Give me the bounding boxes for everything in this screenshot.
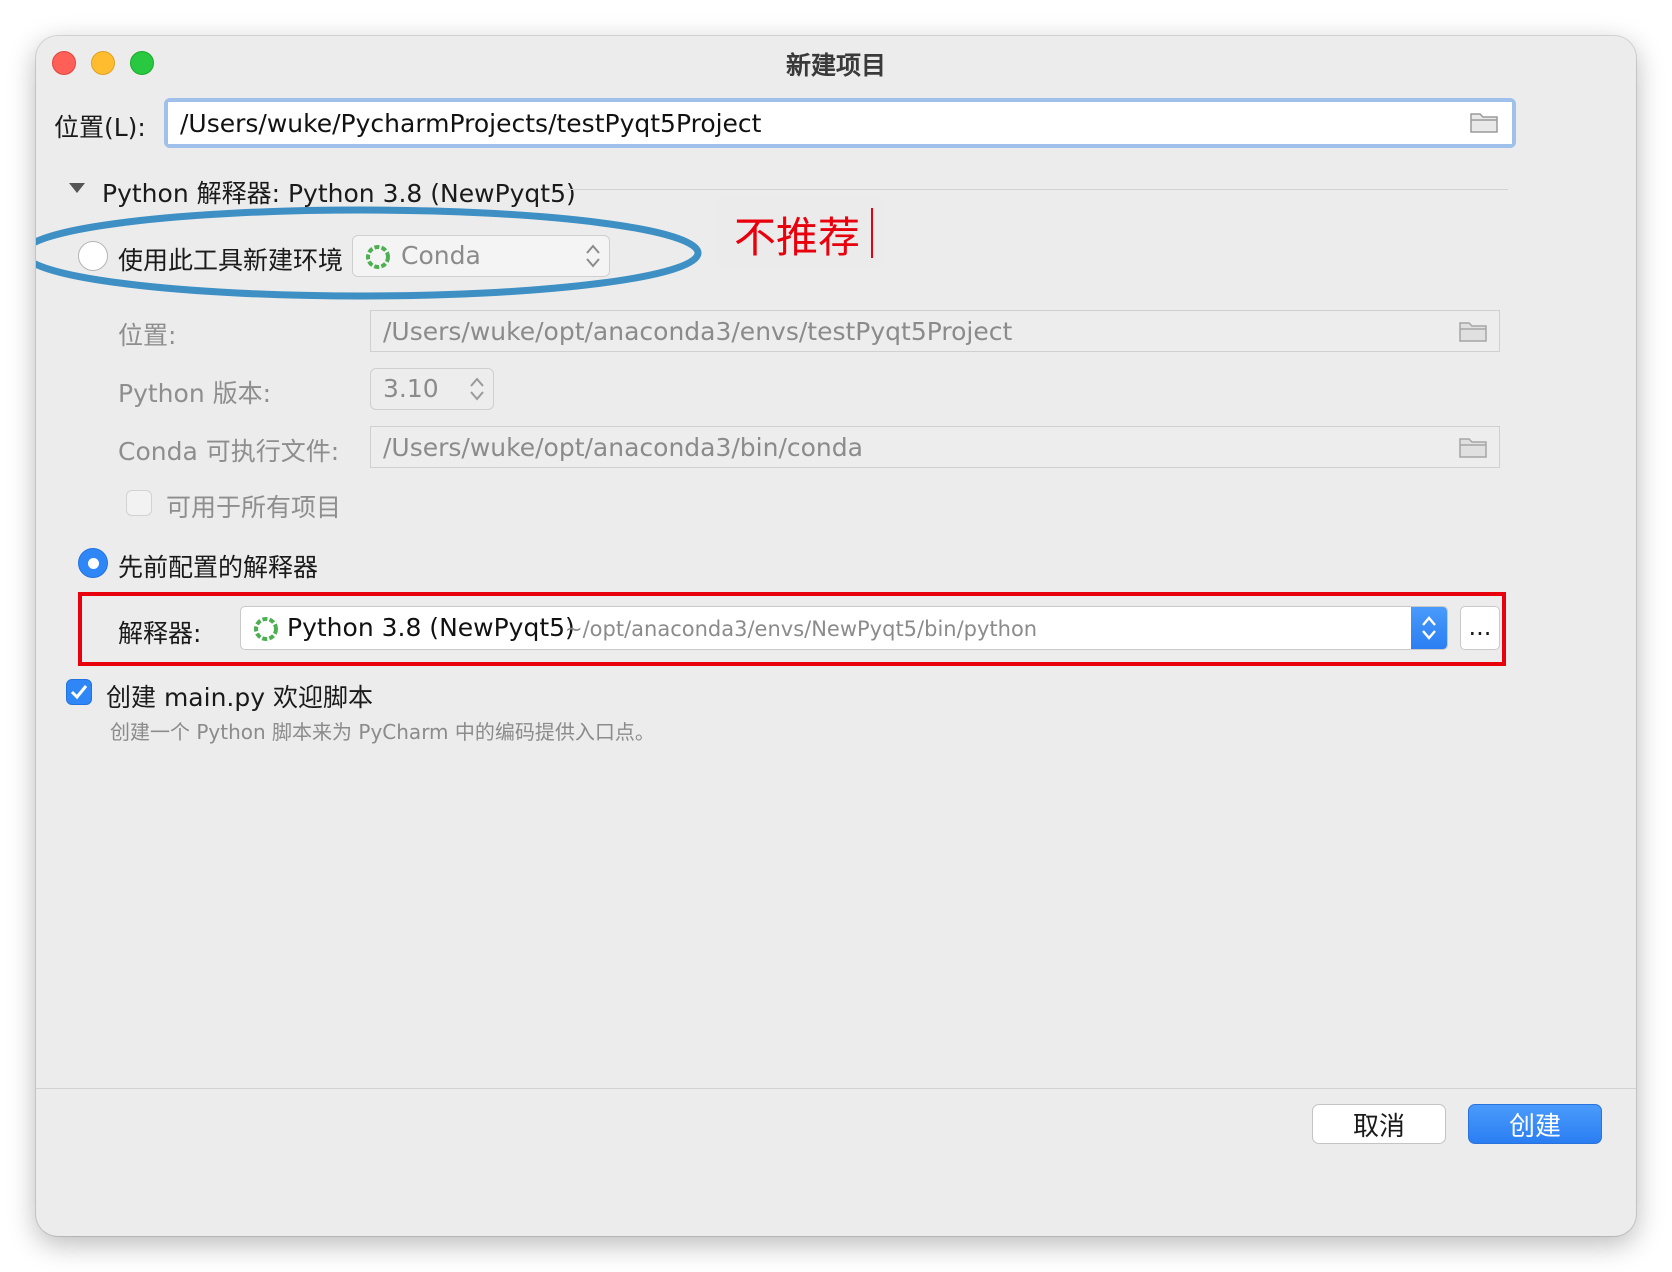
location-label: 位置(L):	[54, 113, 146, 142]
annotation-label-box: 不推荐	[716, 196, 884, 268]
existing-env-radio-label: 先前配置的解释器	[118, 553, 319, 582]
new-env-location-input[interactable]: /Users/wuke/opt/anaconda3/envs/testPyqt5…	[370, 310, 1500, 352]
available-all-projects-label: 可用于所有项目	[166, 493, 342, 522]
new-env-location-label: 位置:	[118, 321, 177, 350]
create-button[interactable]: 创建	[1468, 1104, 1602, 1144]
existing-env-radio[interactable]	[78, 548, 108, 578]
folder-icon[interactable]	[1459, 436, 1487, 458]
create-main-label: 创建 main.py 欢迎脚本	[106, 683, 373, 712]
checkmark-icon	[70, 685, 88, 700]
text-cursor	[871, 208, 873, 258]
new-project-dialog: 新建项目 位置(L): /Users/wuke/PycharmProjects/…	[36, 36, 1636, 1236]
python-version-select[interactable]: 3.10	[370, 368, 494, 410]
footer-divider	[36, 1088, 1636, 1089]
folder-icon[interactable]	[1459, 320, 1487, 342]
window-title: 新建项目	[785, 51, 886, 80]
conda-exec-value: /Users/wuke/opt/anaconda3/bin/conda	[383, 432, 863, 462]
available-all-projects-checkbox[interactable]	[126, 490, 152, 516]
conda-exec-label: Conda 可执行文件:	[118, 437, 340, 466]
stepper-chevrons-icon	[470, 377, 484, 401]
create-main-description: 创建一个 Python 脚本来为 PyCharm 中的编码提供入口点。	[110, 720, 655, 744]
location-focus-ring: /Users/wuke/PycharmProjects/testPyqt5Pro…	[164, 98, 1516, 148]
python-version-label: Python 版本:	[118, 379, 272, 408]
location-input[interactable]: /Users/wuke/PycharmProjects/testPyqt5Pro…	[168, 102, 1512, 144]
conda-exec-input[interactable]: /Users/wuke/opt/anaconda3/bin/conda	[370, 426, 1500, 468]
new-env-location-value: /Users/wuke/opt/anaconda3/envs/testPyqt5…	[383, 316, 1013, 346]
python-version-value: 3.10	[383, 374, 439, 403]
location-value: /Users/wuke/PycharmProjects/testPyqt5Pro…	[180, 108, 762, 138]
folder-icon[interactable]	[1470, 111, 1498, 133]
annotation-ellipse	[36, 206, 702, 300]
create-main-checkbox[interactable]	[66, 679, 92, 705]
annotation-rectangle	[78, 592, 1506, 666]
cancel-button[interactable]: 取消	[1312, 1104, 1446, 1144]
annotation-not-recommended: 不推荐	[734, 213, 861, 262]
